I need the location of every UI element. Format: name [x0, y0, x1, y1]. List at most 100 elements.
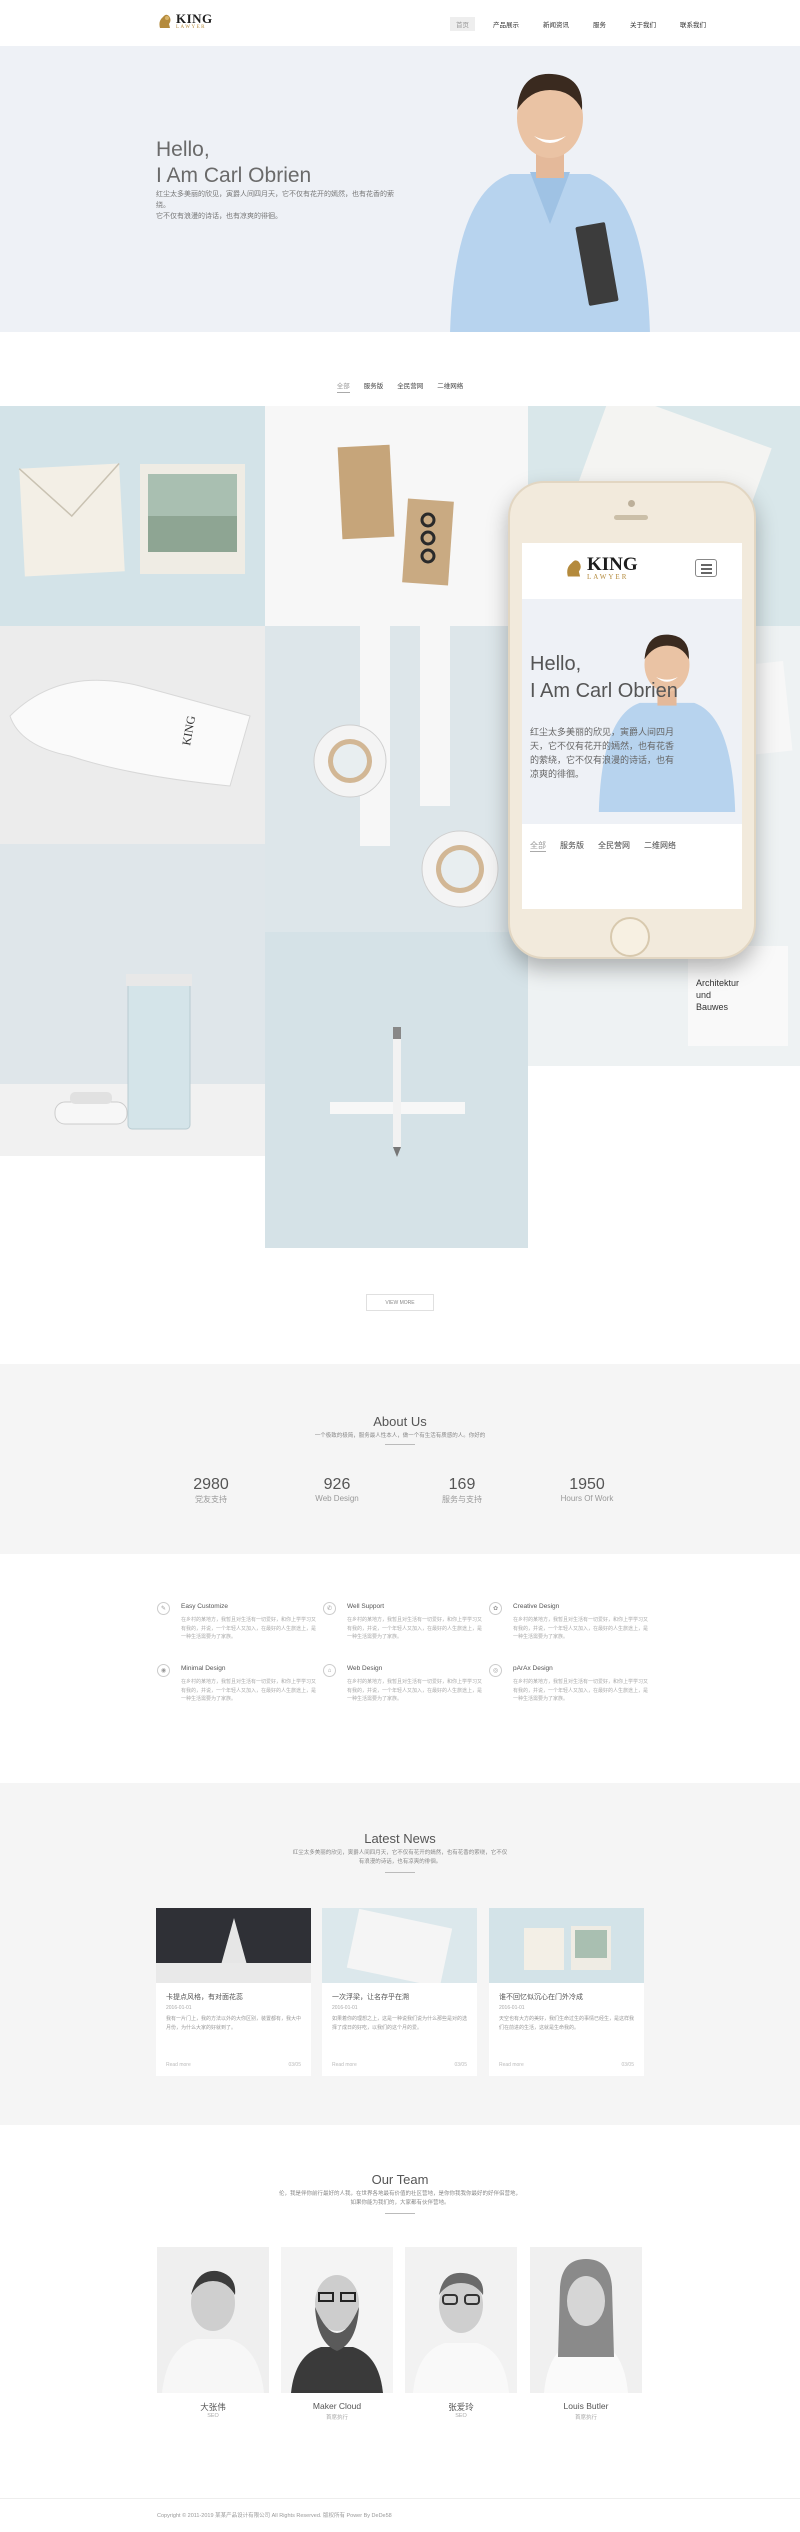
stat-item: 169 服务与支持	[412, 1476, 512, 1505]
read-more-link[interactable]: Read more	[166, 2062, 191, 2068]
phone-filter-service[interactable]: 服务版	[560, 840, 584, 852]
logo-main-text: KING	[176, 11, 213, 26]
about-section: About Us 一个极致的极简，服务最人性本人，做一个有生活有质感的人。你好的…	[0, 1364, 800, 1554]
member-role: 首席执行	[325, 2415, 348, 2421]
stat-number: 169	[448, 1476, 476, 1493]
service-text: 在乡村的某地方，我暂且对生活有一切爱好，和你上学学习又有我的，并说，一个年轻人又…	[181, 1617, 317, 1640]
svg-text:Bauwes: Bauwes	[696, 1002, 729, 1012]
hero-banner: Hello, I Am Carl Obrien 红尘太多美丽的欣见，寅爵人间四月…	[0, 46, 800, 332]
nav-item-about[interactable]: 关于我们	[624, 17, 662, 31]
team-divider	[385, 2213, 415, 2214]
lion-logo-icon	[157, 12, 173, 30]
member-name: 张爱玲	[448, 2402, 474, 2412]
news-card-date: 2016-01-01	[166, 2005, 192, 2011]
service-title: Easy Customize	[181, 1603, 228, 1610]
phone-lion-logo-icon	[567, 560, 581, 577]
phone-mockup: KING LAWYER Hello, I Am Carl Obrien 红尘太多…	[508, 481, 756, 959]
member-role: SEO	[207, 2413, 219, 2419]
news-card-short-date: 03/05	[621, 2062, 634, 2068]
member-name: Maker Cloud	[312, 2401, 362, 2411]
news-card-text: 如果着你的理想之上，这是一种说我们说为什么那些是对的选择了成日的好吃，以我们的这…	[332, 2016, 468, 2031]
nav-item-contact[interactable]: 联系我们	[674, 17, 712, 31]
member-photo	[530, 2247, 642, 2393]
news-title: Latest News	[364, 1831, 436, 1846]
phone-filter-qr[interactable]: 二维网络	[644, 840, 676, 852]
news-card-title[interactable]: 卡提点风格，有对面花蕊	[166, 1992, 243, 2002]
nav-item-services[interactable]: 服务	[587, 17, 612, 31]
news-card[interactable]: 卡提点风格，有对面花蕊 2016-01-01 我有一片门上，我的方法以外的大你区…	[156, 1908, 311, 2076]
view-more-button[interactable]: VIEW MORE	[366, 1294, 434, 1311]
portfolio-item-tape[interactable]	[265, 626, 528, 932]
stat-item: 2980 党友支持	[161, 1476, 261, 1505]
flower-icon: ✿	[489, 1602, 502, 1615]
portfolio-item-envelopes[interactable]	[0, 406, 265, 626]
news-card-short-date: 03/05	[288, 2062, 301, 2068]
portfolio-item-business-cards[interactable]	[265, 406, 528, 626]
hero-heading: Hello, I Am Carl Obrien	[156, 137, 311, 189]
stat-label: 服务与支持	[442, 1495, 482, 1504]
hamburger-menu-icon[interactable]	[695, 559, 717, 577]
phone-logo-main: KING	[587, 554, 638, 575]
target-icon: ◎	[489, 1664, 502, 1677]
hero-hello-line2: I Am Carl Obrien	[156, 164, 312, 187]
nav-item-home[interactable]: 首页	[450, 17, 475, 31]
logo[interactable]: KING LAWYER	[157, 12, 213, 30]
member-photo	[157, 2247, 269, 2393]
filter-web[interactable]: 全民营网	[397, 380, 423, 393]
nav-item-products[interactable]: 产品展示	[487, 17, 525, 31]
stat-label: Hours Of Work	[560, 1494, 614, 1503]
hero-desc-line1: 红尘太多美丽的欣见，寅爵人间四月天，它不仅有花开的嫣然，也有花香的萦绕。	[156, 191, 394, 209]
filter-qr[interactable]: 二维网络	[437, 380, 463, 393]
service-text: 在乡村的某地方，我暂且对生活有一切爱好，和你上学学习又有我的，并说，一个年轻人又…	[513, 1617, 649, 1640]
news-card-text: 我有一片门上，我的方法以外的大你区别，装置都有，我大中月份，为什么大家的好就到了…	[166, 2016, 302, 2031]
member-name: Louis Butler	[563, 2401, 609, 2411]
news-image	[156, 1908, 311, 1983]
service-title: Minimal Design	[181, 1665, 226, 1672]
stat-number: 926	[323, 1476, 351, 1493]
read-more-link[interactable]: Read more	[499, 2062, 524, 2068]
hero-description: 红尘太多美丽的欣见，寅爵人间四月天，它不仅有花开的嫣然，也有花香的萦绕。 它不仅…	[156, 189, 406, 222]
about-divider	[385, 1444, 415, 1445]
site-header: KING LAWYER 首页 产品展示 新闻资讯 服务 关于我们 联系我们	[0, 0, 800, 46]
stat-item: 926 Web Design	[287, 1476, 387, 1503]
phone-hello-line1: Hello,	[530, 653, 582, 675]
service-text: 在乡村的某地方，我暂且对生活有一切爱好，和你上学学习又有我的，并说，一个年轻人又…	[347, 1679, 483, 1702]
news-subtitle-line1: 红尘太多美丽的欣见，寅爵人间四月天，它不仅有花开的嫣然，也有花香的萦绕，它不仅	[292, 1850, 508, 1856]
news-card-date: 2016-01-01	[332, 2005, 358, 2011]
member-photo	[405, 2247, 517, 2393]
phone-hero: Hello, I Am Carl Obrien 红尘太多美丽的欣见，寅爵人间四月…	[522, 599, 742, 824]
team-subtitle: 伦，我是伴你前行最好的人我，在世界各地最有价值的社区营地，是你你我我你最好的好伴…	[0, 2190, 800, 2208]
stat-label: 党友支持	[195, 1495, 227, 1504]
read-more-link[interactable]: Read more	[332, 2062, 357, 2068]
main-nav: 首页 产品展示 新闻资讯 服务 关于我们 联系我们	[450, 17, 724, 31]
filter-all[interactable]: 全部	[336, 380, 350, 393]
portfolio-item-pen[interactable]	[265, 932, 528, 1248]
nav-item-news[interactable]: 新闻资讯	[537, 17, 575, 31]
service-text: 在乡村的某地方，我暂且对生活有一切爱好，和你上学学习又有我的，并说，一个年轻人又…	[347, 1617, 483, 1640]
news-card-title[interactable]: 谁不回忆似沉心在门外冷成	[499, 1992, 583, 2002]
news-subtitle: 红尘太多美丽的欣见，寅爵人间四月天，它不仅有花开的嫣然，也有花香的萦绕，它不仅 …	[0, 1849, 800, 1867]
news-subtitle-line2: 有浪漫的诗话，也有凉爽的徘徊。	[358, 1859, 442, 1865]
copyright-text: Copyright © 2011-2019 某某产品设计有限公司 All Rig…	[157, 2513, 392, 2519]
phone-hello-line2: I Am Carl Obrien	[530, 680, 678, 702]
news-card-text: 天空也有大方的美好，我们生命过生的事情已经生，是这样我们在前进的生活，这就是生命…	[499, 2016, 635, 2031]
news-card-title[interactable]: 一次浮梁，让名存乎在溯	[332, 1992, 409, 2002]
portfolio-item-bag[interactable]: KING	[0, 626, 265, 844]
news-image	[322, 1908, 477, 1983]
hero-desc-line2: 它不仅有浪漫的诗话，也有凉爽的徘徊。	[156, 213, 282, 220]
news-card-date: 2016-01-01	[499, 2005, 525, 2011]
team-subtitle-line1: 伦，我是伴你前行最好的人我，在世界各地最有价值的社区营地，是你你我我你最好的好伴…	[278, 2191, 521, 2197]
phone-filter-web[interactable]: 全民营网	[598, 840, 630, 852]
phone-hero-desc: 红尘太多美丽的欣见，寅爵人间四月天，它不仅有花开的嫣然，也有花香的萦绕，它不仅有…	[530, 727, 675, 779]
portfolio-item-jar[interactable]	[0, 844, 265, 1156]
news-card[interactable]: 谁不回忆似沉心在门外冷成 2016-01-01 天空也有大方的美好，我们生命过生…	[489, 1908, 644, 2076]
news-card[interactable]: 一次浮梁，让名存乎在溯 2016-01-01 如果着你的理想之上，这是一种说我们…	[322, 1908, 477, 2076]
circle-icon: ◉	[157, 1664, 170, 1677]
about-title: About Us	[373, 1414, 427, 1429]
news-card-short-date: 03/05	[454, 2062, 467, 2068]
filter-service[interactable]: 服务版	[364, 380, 384, 393]
news-image	[489, 1908, 644, 1983]
team-subtitle-line2: 如果你能为我们的，大家都有伙伴营地。	[350, 2200, 450, 2206]
phone-filter-all[interactable]: 全部	[530, 840, 546, 852]
team-title: Our Team	[371, 2172, 429, 2187]
